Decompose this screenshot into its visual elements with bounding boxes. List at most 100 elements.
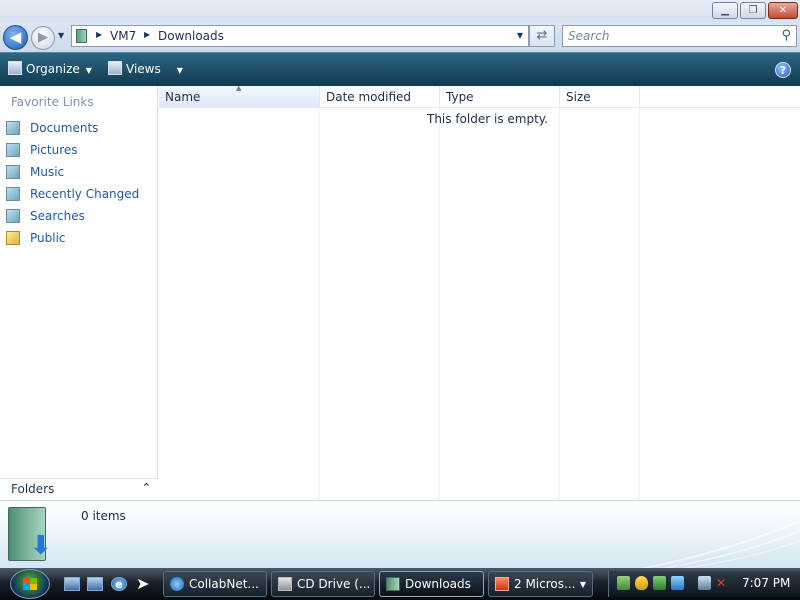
chevron-up-icon: ⌃: [141, 481, 151, 494]
ie-icon: [170, 577, 184, 591]
searches-icon: [6, 209, 20, 223]
windows-logo-icon: [23, 584, 37, 590]
items-count: 0 items: [81, 509, 126, 523]
maximize-button[interactable]: ❐: [740, 2, 766, 19]
taskbar: e ➤ CollabNet... CD Drive (... Downloads…: [0, 568, 800, 600]
internet-explorer-icon[interactable]: e: [111, 577, 127, 591]
chevron-down-icon: ▼: [579, 580, 586, 589]
taskbar-item-downloads[interactable]: Downloads: [379, 571, 484, 597]
minimize-button[interactable]: ▁: [712, 2, 738, 19]
command-bar: Organize ▼ Views ▼ ?: [0, 52, 800, 86]
network-icon[interactable]: [617, 576, 630, 590]
public-folder-icon: [6, 231, 20, 245]
connection-icon[interactable]: [698, 576, 711, 590]
column-header-label: Type: [446, 90, 474, 104]
organize-icon: [8, 61, 22, 75]
favorite-link-label: Public: [30, 231, 66, 245]
taskbar-item-label: Downloads: [405, 577, 471, 591]
security-shield-icon[interactable]: [635, 576, 648, 590]
folder-icon: [76, 29, 87, 43]
documents-icon: [6, 121, 20, 135]
views-icon: [108, 61, 122, 75]
taskbar-item-cd-drive[interactable]: CD Drive (...: [271, 571, 375, 597]
favorite-link-pictures[interactable]: Pictures: [6, 141, 154, 159]
start-button[interactable]: [10, 569, 50, 599]
favorite-link-label: Music: [30, 165, 65, 179]
details-pane: ⬇ 0 items: [0, 500, 800, 568]
show-desktop-icon[interactable]: [64, 577, 80, 591]
search-input[interactable]: Search ⚲: [562, 25, 797, 47]
favorite-link-searches[interactable]: Searches: [6, 207, 154, 225]
sort-ascending-icon: ▲: [236, 84, 242, 92]
back-button[interactable]: ◀: [3, 25, 28, 50]
column-header-label: Date modified: [326, 90, 412, 104]
column-header-label: Size: [566, 90, 591, 104]
clock[interactable]: 7:07 PM: [742, 576, 790, 590]
taskbar-item-label: 2 Micros...: [514, 577, 576, 591]
search-placeholder: Search: [568, 29, 610, 43]
column-header-size[interactable]: Size: [560, 86, 640, 108]
favorite-link-label: Searches: [30, 209, 85, 223]
organize-label: Organize: [26, 62, 80, 76]
recent-pages-dropdown-icon[interactable]: ▼: [58, 31, 64, 40]
address-bar[interactable]: ▶ VM7 ▶ Downloads ▼: [71, 25, 529, 47]
column-divider: [439, 108, 440, 500]
column-header-type[interactable]: Type: [440, 86, 560, 108]
views-label: Views: [126, 62, 161, 76]
taskbar-item-label: CD Drive (...: [297, 577, 371, 591]
column-headers: Name ▲ Date modified Type Size: [159, 84, 800, 108]
chevron-down-icon: ▼: [176, 66, 183, 75]
folders-label: Folders: [11, 482, 55, 496]
organize-button[interactable]: Organize ▼: [8, 61, 92, 76]
music-icon: [6, 165, 20, 179]
title-bar: ▁ ❐ ✕: [0, 0, 800, 22]
chevron-down-icon: ▼: [85, 66, 92, 75]
switch-windows-icon[interactable]: [87, 577, 103, 591]
taskbar-item-collabnet[interactable]: CollabNet...: [163, 571, 267, 597]
column-divider: [319, 108, 320, 500]
favorite-link-label: Pictures: [30, 143, 78, 157]
column-header-date-modified[interactable]: Date modified: [320, 86, 440, 108]
breadcrumb-separator-icon[interactable]: ▶: [96, 30, 102, 39]
navigation-pane: Favorite Links Documents Pictures Music …: [0, 86, 158, 500]
decorative-swoosh: [640, 521, 800, 568]
refresh-button[interactable]: ⇄: [529, 25, 555, 47]
folders-toggle[interactable]: Folders ⌃: [0, 478, 158, 500]
folder-icon: [386, 577, 400, 591]
search-icon[interactable]: ⚲: [781, 28, 791, 43]
volume-muted-icon[interactable]: ✕: [716, 576, 729, 590]
favorite-link-public[interactable]: Public: [6, 229, 154, 247]
office-icon: [495, 577, 509, 591]
favorite-link-recently-changed[interactable]: Recently Changed: [6, 185, 154, 203]
pictures-icon: [6, 143, 20, 157]
breadcrumb-downloads[interactable]: Downloads: [158, 29, 224, 43]
close-button[interactable]: ✕: [768, 2, 798, 19]
download-arrow-icon: ⬇: [30, 531, 52, 561]
address-dropdown-icon[interactable]: ▼: [517, 31, 523, 40]
column-divider: [559, 108, 560, 500]
cd-drive-icon: [278, 577, 292, 591]
views-button[interactable]: Views ▼: [108, 61, 183, 76]
favorite-links-heading: Favorite Links: [11, 95, 94, 109]
column-header-name[interactable]: Name ▲: [159, 84, 320, 108]
taskbar-item-microsoft-group[interactable]: 2 Micros... ▼: [488, 571, 593, 597]
column-header-label: Name: [165, 90, 201, 104]
notification-area: ✕ 7:07 PM: [608, 571, 800, 597]
breadcrumb-vm7[interactable]: VM7: [110, 29, 136, 43]
mouse-cursor-icon: ➤: [136, 574, 150, 593]
help-icon[interactable]: ?: [775, 62, 791, 78]
address-row: ◀ ▶ ▼ ▶ VM7 ▶ Downloads ▼ ⇄ Search ⚲: [0, 22, 800, 52]
sync-icon[interactable]: [653, 576, 666, 590]
favorite-link-label: Documents: [30, 121, 99, 135]
device-icon[interactable]: [671, 576, 684, 590]
file-list[interactable]: Name ▲ Date modified Type Size This fold…: [159, 84, 800, 500]
taskbar-item-label: CollabNet...: [189, 577, 259, 591]
column-divider: [639, 108, 640, 500]
favorite-link-label: Recently Changed: [30, 187, 140, 201]
breadcrumb-separator-icon[interactable]: ▶: [144, 30, 150, 39]
favorite-link-documents[interactable]: Documents: [6, 119, 154, 137]
forward-button[interactable]: ▶: [31, 26, 55, 50]
recently-changed-icon: [6, 187, 20, 201]
empty-folder-message: This folder is empty.: [427, 112, 548, 126]
favorite-link-music[interactable]: Music: [6, 163, 154, 181]
